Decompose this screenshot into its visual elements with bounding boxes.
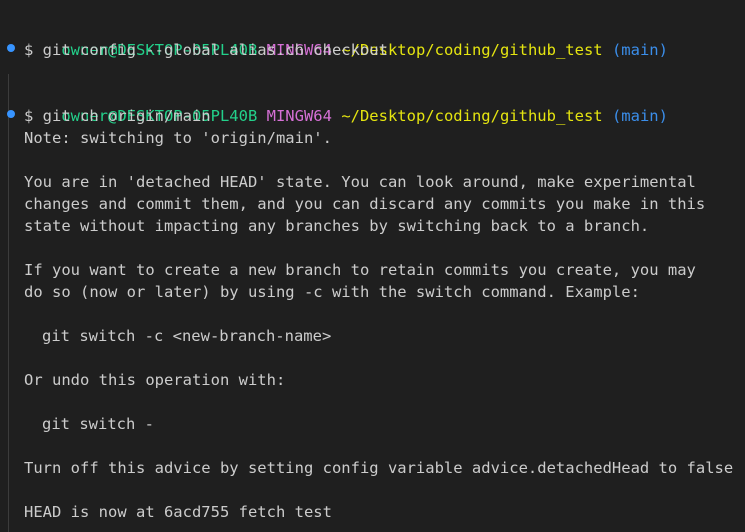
prompt-env: MINGW64 — [266, 107, 332, 125]
command-success-decoration-icon[interactable] — [7, 44, 15, 52]
prompt-line-1: owner@DESKTOP-05PL40B MINGW64 ~/Desktop/… — [24, 17, 668, 59]
prompt-branch: (main) — [611, 107, 668, 125]
output-advice: Turn off this advice by setting config v… — [24, 459, 734, 477]
output-head: HEAD is now at 6acd755 fetch test — [24, 503, 332, 521]
command-line-1: $ git config --global alias.ch checkout — [24, 41, 388, 59]
command-separator — [8, 74, 9, 532]
output-undo-command: git switch - — [42, 415, 154, 433]
command-line-2: $ git ch origin/main — [24, 107, 211, 125]
output-detached-1: You are in 'detached HEAD' state. You ca… — [24, 173, 696, 191]
prompt-line-2: owner@DESKTOP-05PL40B MINGW64 ~/Desktop/… — [24, 83, 668, 125]
terminal-panel[interactable]: owner@DESKTOP-05PL40B MINGW64 ~/Desktop/… — [0, 0, 745, 532]
output-undo: Or undo this operation with: — [24, 371, 286, 389]
prompt-branch: (main) — [611, 41, 668, 59]
command-success-decoration-icon[interactable] — [7, 110, 15, 118]
output-example-command: git switch -c <new-branch-name> — [42, 327, 332, 345]
output-create-1: If you want to create a new branch to re… — [24, 261, 696, 279]
output-detached-3: state without impacting any branches by … — [24, 217, 650, 235]
output-detached-2: changes and commit them, and you can dis… — [24, 195, 706, 213]
output-create-2: do so (now or later) by using -c with th… — [24, 283, 640, 301]
prompt-path: ~/Desktop/coding/github_test — [341, 107, 603, 125]
output-note: Note: switching to 'origin/main'. — [24, 129, 332, 147]
